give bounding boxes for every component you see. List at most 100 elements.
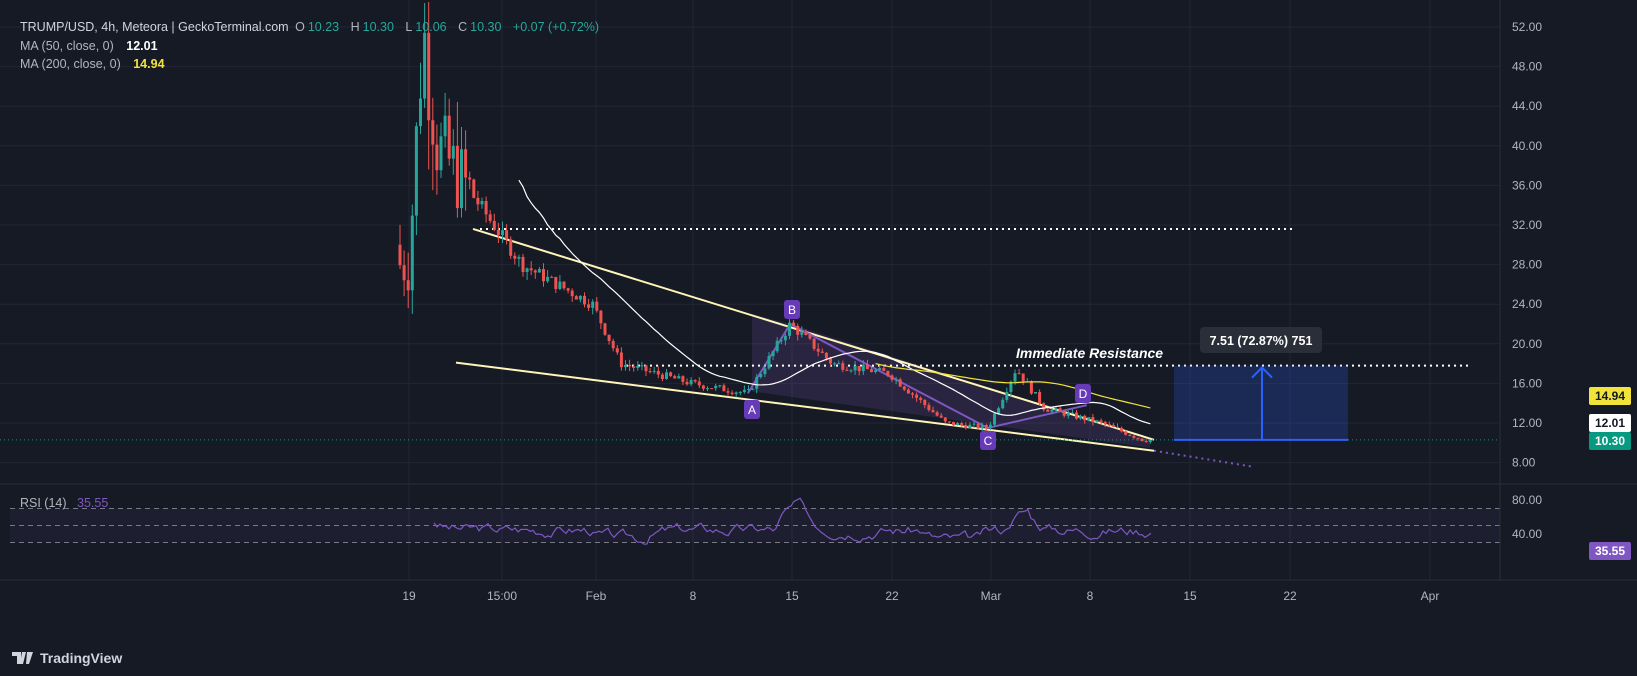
candle-body xyxy=(1029,381,1033,394)
immediate-resistance-label: Immediate Resistance xyxy=(1016,345,1163,361)
candle-body xyxy=(804,332,808,335)
candle-body xyxy=(1107,424,1111,426)
y-tick-label: 16.00 xyxy=(1512,376,1542,390)
candle-body xyxy=(460,149,463,209)
candle-body xyxy=(853,366,857,371)
candle-body xyxy=(599,310,603,324)
candle-body xyxy=(595,301,599,311)
candle-body xyxy=(591,301,595,308)
candle-body xyxy=(783,335,787,341)
candle-body xyxy=(952,421,955,426)
candle-body xyxy=(788,322,791,336)
candle-body xyxy=(492,220,496,230)
candle-body xyxy=(615,348,619,353)
candle-body xyxy=(447,115,451,159)
change-value: +0.07 (+0.72%) xyxy=(512,20,600,34)
candle-body xyxy=(1075,412,1078,419)
candle-body xyxy=(1128,434,1132,436)
candle-body xyxy=(1116,426,1119,428)
candle-body xyxy=(1095,420,1099,423)
candle-body xyxy=(710,388,714,390)
pattern-point-label: C xyxy=(984,434,993,448)
candle-body xyxy=(1083,415,1087,421)
last-price-label: 10.30 xyxy=(1588,432,1631,450)
candle-body xyxy=(537,269,541,273)
candle-body xyxy=(574,296,578,300)
ma50-legend[interactable]: MA (50, close, 0) 12.01 xyxy=(20,39,161,53)
candle-body xyxy=(800,332,804,335)
candle-body xyxy=(898,379,902,387)
candle-body xyxy=(468,177,472,180)
candle-body xyxy=(722,385,726,392)
candle-body xyxy=(923,400,927,406)
candle-body xyxy=(1050,409,1054,412)
symbol-title: TRUMP/USD, 4h, Meteora | GeckoTerminal.c… xyxy=(20,20,289,34)
candle-body xyxy=(751,388,755,390)
candle-body xyxy=(730,392,734,395)
y-tick-label: 24.00 xyxy=(1512,297,1542,311)
candle-body xyxy=(525,268,529,273)
candle-body xyxy=(587,304,591,308)
x-tick-label: Mar xyxy=(981,589,1002,603)
candle-body xyxy=(878,368,882,371)
candle-body xyxy=(833,363,837,365)
candle-body xyxy=(956,423,960,426)
ma50-value: 12.01 xyxy=(126,39,158,53)
candle-body xyxy=(906,389,910,394)
candle-body xyxy=(964,424,968,429)
y-tick-label: 32.00 xyxy=(1512,218,1542,232)
rsi-legend[interactable]: RSI (14) 35.55 xyxy=(20,496,111,510)
candle-body xyxy=(779,340,783,342)
measure-label: 7.51 (72.87%) 751 xyxy=(1210,334,1313,348)
candle-body xyxy=(496,229,500,236)
candle-body xyxy=(570,290,574,297)
candle-body xyxy=(693,380,697,382)
candle-body xyxy=(431,120,435,145)
candle-body xyxy=(443,115,447,137)
y-tick-label: 44.00 xyxy=(1512,99,1542,113)
rsi-price-label: 35.55 xyxy=(1588,542,1631,560)
candle-body xyxy=(398,244,402,266)
ma200-value: 14.94 xyxy=(133,57,165,71)
rsi-band xyxy=(10,508,1500,543)
candle-body xyxy=(943,417,947,422)
candle-body xyxy=(775,340,779,352)
candle-body xyxy=(419,98,422,127)
candle-body xyxy=(968,424,972,429)
candle-body xyxy=(718,385,722,387)
candle-body xyxy=(513,255,517,259)
tradingview-icon xyxy=(12,652,33,664)
rsi-y-tick-label: 40.00 xyxy=(1512,527,1542,541)
candle-body xyxy=(1062,411,1066,416)
pattern-extension xyxy=(1153,449,1253,468)
candle-body xyxy=(480,200,484,205)
candle-body xyxy=(997,408,1001,414)
candle-body xyxy=(915,394,919,398)
candle-body xyxy=(550,276,554,278)
price-chart[interactable]: 7.51 (72.87%) 751 Immediate Resistance A B C… xyxy=(0,0,1637,676)
candle-body xyxy=(1124,431,1128,435)
candle-body xyxy=(927,405,931,411)
candle-body xyxy=(1070,412,1074,414)
candle-body xyxy=(1111,424,1115,427)
low-value: 10.06 xyxy=(415,20,447,34)
candle-body xyxy=(993,413,996,425)
x-tick-label: Apr xyxy=(1421,589,1440,603)
candle-body xyxy=(406,280,410,291)
candle-body xyxy=(607,334,611,341)
candle-body xyxy=(427,32,431,121)
candle-body xyxy=(603,323,607,335)
tradingview-logo[interactable]: TradingView xyxy=(12,650,122,666)
candle-body xyxy=(628,364,632,367)
candle-body xyxy=(685,381,689,385)
x-tick-label: 15 xyxy=(1183,589,1197,603)
candle-body xyxy=(677,376,681,379)
pattern-point-label: A xyxy=(748,403,756,417)
candle-body xyxy=(747,388,750,390)
candle-body xyxy=(435,144,439,171)
candle-body xyxy=(931,410,935,413)
candle-body xyxy=(509,239,513,256)
candle-body xyxy=(517,256,521,259)
ma200-legend[interactable]: MA (200, close, 0) 14.94 xyxy=(20,57,168,71)
candle-body xyxy=(841,363,845,370)
